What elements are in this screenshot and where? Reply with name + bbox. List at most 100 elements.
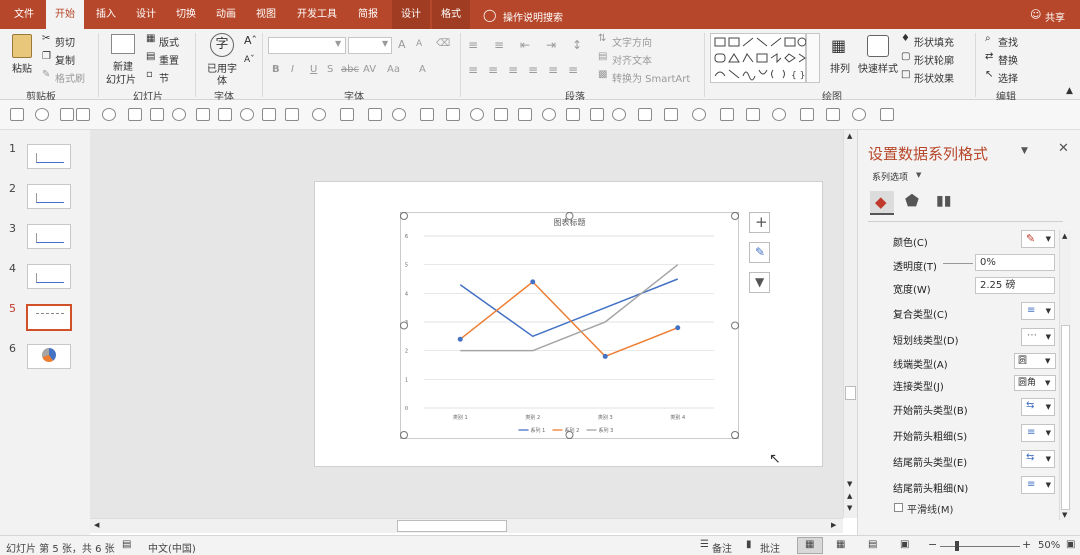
chevron-down-icon[interactable]: ▼ — [335, 39, 341, 48]
zoom-out-icon[interactable]: − — [928, 538, 937, 551]
toolbar-tool-icon[interactable] — [35, 108, 49, 121]
scroll-right-icon[interactable]: ▶ — [831, 521, 836, 529]
transparency-input[interactable]: 0% — [975, 254, 1055, 271]
shape-outline-icon[interactable]: ▢ — [901, 51, 910, 62]
italic-button[interactable]: I — [291, 64, 294, 75]
increase-indent-icon[interactable]: ⇥ — [546, 38, 556, 52]
tab-4[interactable]: 设计 — [128, 0, 164, 29]
pane-scroll-thumb[interactable] — [1061, 325, 1070, 510]
resize-handle[interactable] — [731, 431, 739, 439]
comments-icon[interactable]: ▮ — [746, 539, 752, 550]
cut-button[interactable]: 剪切 — [55, 34, 75, 49]
toolbar-tool-icon[interactable] — [542, 108, 556, 121]
toolbar-tool-icon[interactable] — [10, 108, 24, 121]
shape-fill-icon[interactable]: ♦ — [901, 33, 910, 44]
toolbar-tool-icon[interactable] — [392, 108, 406, 121]
chevron-down-icon[interactable]: ▼ — [916, 171, 921, 179]
tab-11[interactable]: 格式 — [432, 0, 470, 29]
text-direction-icon[interactable]: ⇅ — [598, 33, 606, 44]
slide-thumbnail[interactable] — [27, 264, 71, 289]
toolbar-tool-icon[interactable] — [852, 108, 866, 121]
slide-thumbnail[interactable] — [27, 344, 71, 369]
data-point-marker[interactable] — [530, 279, 536, 285]
smartart-icon[interactable]: ▩ — [598, 69, 607, 80]
font-color-button[interactable]: A — [419, 64, 426, 75]
zoom-in-icon[interactable]: + — [1022, 538, 1031, 551]
resize-handle[interactable] — [731, 321, 739, 330]
reset-button[interactable]: 重置 — [159, 52, 179, 67]
notes-button[interactable]: 备注 — [712, 540, 732, 555]
chart-filters-button[interactable]: ▼ — [749, 272, 770, 293]
toolbar-tool-icon[interactable] — [664, 108, 678, 121]
toolbar-tool-icon[interactable] — [494, 108, 508, 121]
scroll-down-icon[interactable]: ▼ — [847, 480, 852, 488]
paste-icon[interactable] — [12, 34, 32, 58]
chart-styles-button[interactable]: ✎ — [749, 242, 770, 263]
series-options-dropdown[interactable]: 系列选项 — [872, 170, 908, 183]
toolbar-tool-icon[interactable] — [446, 108, 460, 121]
chevron-down-icon[interactable]: ▼ — [1045, 357, 1050, 365]
begin-arrow-size-button[interactable]: ≡ ▼ — [1021, 424, 1055, 442]
format-painter-button[interactable]: 格式刷 — [55, 70, 85, 85]
scroll-up-icon[interactable]: ▲ — [1062, 232, 1067, 240]
arrange-button[interactable]: 排列 — [830, 60, 850, 75]
shape-effect-button[interactable]: 形状效果 — [914, 70, 954, 85]
tab-1[interactable]: 文件 — [8, 0, 40, 29]
toolbar-tool-icon[interactable] — [312, 108, 326, 121]
toolbar-tool-icon[interactable] — [692, 108, 706, 121]
spellcheck-icon[interactable]: ▤ — [122, 539, 131, 550]
fit-slide-icon[interactable]: ▣ — [1066, 539, 1075, 550]
align-text-button[interactable]: 对齐文本 — [612, 52, 652, 67]
lightbulb-icon[interactable]: ◯ — [483, 8, 496, 22]
gallery-scroll[interactable] — [806, 33, 820, 83]
select-button[interactable]: 选择 — [998, 70, 1018, 85]
change-case-button[interactable]: Aa — [387, 64, 400, 75]
toolbar-tool-icon[interactable] — [826, 108, 840, 121]
zoom-level[interactable]: 50% — [1038, 540, 1060, 551]
scroll-down-icon[interactable]: ▼ — [1062, 511, 1067, 519]
smooth-line-checkbox[interactable] — [894, 503, 903, 512]
resize-handle[interactable] — [400, 212, 408, 220]
underline-button[interactable]: U — [310, 64, 317, 75]
toolbar-tool-icon[interactable] — [590, 108, 604, 121]
toolbar-tool-icon[interactable] — [470, 108, 484, 121]
toolbar-tool-icon[interactable] — [60, 108, 74, 121]
resize-handle[interactable] — [400, 431, 408, 439]
toolbar-tool-icon[interactable] — [340, 108, 354, 121]
smooth-line-label[interactable]: 平滑线(M) — [907, 501, 953, 516]
compound-type-button[interactable]: ≡ ▼ — [1021, 302, 1055, 320]
end-arrow-type-button[interactable]: ⇆ ▼ — [1021, 450, 1055, 468]
slide-sorter-icon[interactable]: ▦ — [836, 539, 845, 550]
shape-effect-icon[interactable]: □ — [901, 69, 910, 80]
line-spacing-icon[interactable]: ↕ — [572, 38, 582, 52]
chevron-down-icon[interactable]: ▼ — [1045, 379, 1050, 387]
data-point-marker[interactable] — [457, 336, 463, 342]
align-left-icon[interactable]: ≡ — [468, 63, 478, 77]
toolbar-tool-icon[interactable] — [880, 108, 894, 121]
reset-icon[interactable]: ▤ — [146, 51, 155, 62]
begin-arrow-type-button[interactable]: ⇆ ▼ — [1021, 398, 1055, 416]
copy-button[interactable]: 复制 — [55, 52, 75, 67]
pane-scrollbar[interactable]: ▲ ▼ — [1059, 230, 1071, 520]
comments-button[interactable]: 批注 — [760, 540, 780, 555]
font-size-down-small[interactable]: Aˇ — [244, 55, 255, 65]
toolbar-tool-icon[interactable] — [285, 108, 299, 121]
legend-label[interactable]: 系列 3 — [599, 427, 614, 434]
toolbar-tool-icon[interactable] — [518, 108, 532, 121]
toolbar-tool-icon[interactable] — [172, 108, 186, 121]
reading-view-icon[interactable]: ▤ — [868, 539, 877, 550]
toolbar-tool-icon[interactable] — [638, 108, 652, 121]
fill-line-tab[interactable]: ◆ — [870, 191, 894, 215]
align-right-icon[interactable]: ≡ — [508, 63, 518, 77]
effects-pentagon-icon[interactable]: ⬟ — [905, 191, 919, 210]
toolbar-tool-icon[interactable] — [102, 108, 116, 121]
justify-icon[interactable]: ≡ — [528, 63, 538, 77]
distribute-icon[interactable]: ≡ — [548, 63, 558, 77]
slideshow-icon[interactable]: ▣ — [900, 539, 909, 550]
format-painter-icon[interactable]: ✎ — [42, 69, 50, 80]
toolbar-tool-icon[interactable] — [720, 108, 734, 121]
slide-thumbnail[interactable] — [27, 144, 71, 169]
new-slide-button-line2[interactable]: 幻灯片 — [106, 71, 136, 86]
new-slide-icon[interactable] — [111, 34, 135, 54]
find-icon[interactable]: ⌕ — [985, 33, 991, 44]
